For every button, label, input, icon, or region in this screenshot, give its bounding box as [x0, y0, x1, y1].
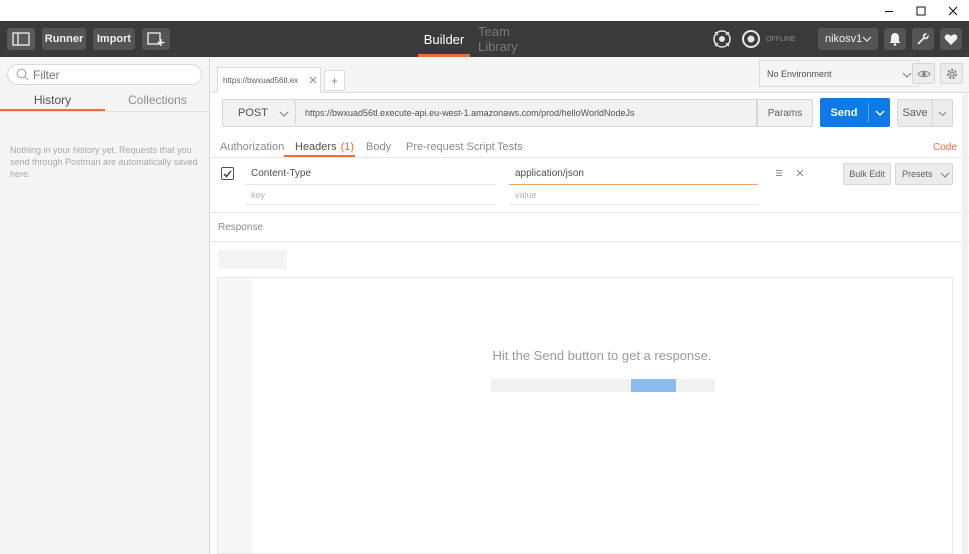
new-window-button[interactable] — [142, 28, 170, 50]
presets-label: Presets — [902, 169, 933, 179]
header-value-field[interactable]: application/json — [509, 163, 758, 185]
manage-environments-button[interactable] — [940, 63, 963, 84]
filter-input-wrapper[interactable] — [7, 64, 202, 85]
subtabs-divider — [211, 157, 969, 158]
maximize-icon[interactable] — [905, 0, 937, 21]
title-bar — [0, 0, 969, 21]
send-button-group: Send — [820, 98, 890, 127]
filter-input[interactable] — [33, 67, 193, 82]
chevron-down-icon — [875, 108, 885, 118]
close-window-icon[interactable] — [937, 0, 969, 21]
method-select[interactable]: POST — [222, 99, 296, 127]
tab-headers-label: Headers — [295, 141, 337, 153]
chevron-down-icon — [940, 170, 950, 180]
tab-collections[interactable]: Collections — [105, 89, 210, 111]
new-window-icon — [147, 31, 165, 47]
response-title: Response — [218, 222, 264, 233]
heart-icon — [944, 33, 958, 46]
tab-authorization[interactable]: Authorization — [220, 137, 284, 157]
user-name: nikosv1 — [825, 33, 863, 45]
save-options-button[interactable] — [932, 99, 953, 127]
drag-handle-icon[interactable] — [774, 168, 784, 178]
tab-builder[interactable]: Builder — [418, 21, 470, 57]
response-gutter — [218, 278, 252, 553]
response-placeholder-highlight — [631, 379, 676, 392]
wrench-icon — [916, 32, 930, 46]
chevron-down-icon — [279, 109, 289, 119]
main-toolbar: Runner Import Builder Team Library OFFLI… — [0, 21, 969, 57]
method-value: POST — [238, 107, 268, 119]
send-button[interactable]: Send — [820, 98, 868, 127]
tab-pre-request-script[interactable]: Pre-request Script — [406, 137, 495, 157]
header-row-checkbox[interactable] — [221, 167, 234, 180]
interceptor-icon[interactable] — [711, 28, 733, 50]
send-options-button[interactable] — [869, 98, 890, 127]
tab-headers[interactable]: Headers (1) — [295, 137, 354, 157]
settings-button[interactable] — [912, 28, 934, 50]
sidebar: History Collections Nothing in your hist… — [0, 57, 210, 554]
save-button[interactable]: Save — [897, 99, 933, 127]
presets-button[interactable]: Presets — [895, 163, 953, 185]
header-key-field[interactable]: Content-Type — [245, 163, 496, 185]
tab-body[interactable]: Body — [366, 137, 391, 157]
eye-icon — [916, 69, 931, 79]
new-header-value-field[interactable]: value — [509, 185, 758, 205]
checkmark-icon — [223, 169, 232, 178]
main-scrollbar[interactable] — [962, 94, 968, 554]
add-tab-button[interactable]: + — [324, 70, 345, 91]
bell-icon — [888, 32, 902, 46]
import-button[interactable]: Import — [93, 28, 135, 50]
headers-count-badge: (1) — [340, 141, 355, 153]
environment-select[interactable]: No Environment — [759, 60, 919, 87]
tab-history[interactable]: History — [0, 89, 105, 111]
sidebar-divider — [0, 111, 209, 112]
tab-tests[interactable]: Tests — [497, 137, 523, 157]
chevron-down-icon — [862, 34, 872, 44]
search-icon — [16, 68, 29, 81]
response-meta-placeholder — [218, 250, 287, 269]
request-builder: https://bwxuad56tl.ex + No Environment P — [211, 57, 969, 554]
headers-divider — [211, 212, 969, 213]
tab-team-library[interactable]: Team Library — [478, 21, 546, 57]
new-header-key-field[interactable]: key — [245, 185, 496, 205]
url-input[interactable] — [296, 99, 757, 127]
postman-window: Runner Import Builder Team Library OFFLI… — [0, 0, 969, 554]
request-tab[interactable]: https://bwxuad56tl.ex — [217, 67, 321, 93]
bulk-edit-button[interactable]: Bulk Edit — [843, 163, 891, 185]
history-empty-message: Nothing in your history yet. Requests th… — [10, 145, 198, 179]
gear-icon — [945, 67, 959, 81]
offline-status-label: OFFLINE — [766, 35, 796, 43]
response-divider — [211, 241, 969, 242]
chevron-down-icon — [938, 109, 947, 118]
chevron-down-icon — [902, 70, 912, 80]
code-link[interactable]: Code — [933, 137, 957, 157]
notifications-button[interactable] — [884, 28, 906, 50]
params-button[interactable]: Params — [757, 99, 813, 127]
close-tab-icon[interactable] — [309, 76, 317, 84]
response-body-panel: Hit the Send button to get a response. — [217, 277, 953, 554]
response-empty-message: Hit the Send button to get a response. — [492, 348, 712, 363]
minimize-icon[interactable] — [873, 0, 905, 21]
user-menu-button[interactable]: nikosv1 — [818, 28, 878, 50]
request-tab-label: https://bwxuad56tl.ex — [223, 76, 299, 85]
response-placeholder-bar — [491, 379, 715, 392]
remove-header-icon[interactable] — [796, 169, 804, 177]
environment-select-value: No Environment — [767, 68, 832, 79]
sidebar-toggle-icon — [12, 32, 30, 46]
sync-status-icon[interactable] — [740, 28, 762, 50]
sidebar-toggle-button[interactable] — [7, 28, 35, 50]
environment-quick-look-button[interactable] — [912, 63, 935, 84]
runner-button[interactable]: Runner — [42, 28, 86, 50]
favorite-button[interactable] — [940, 28, 962, 50]
